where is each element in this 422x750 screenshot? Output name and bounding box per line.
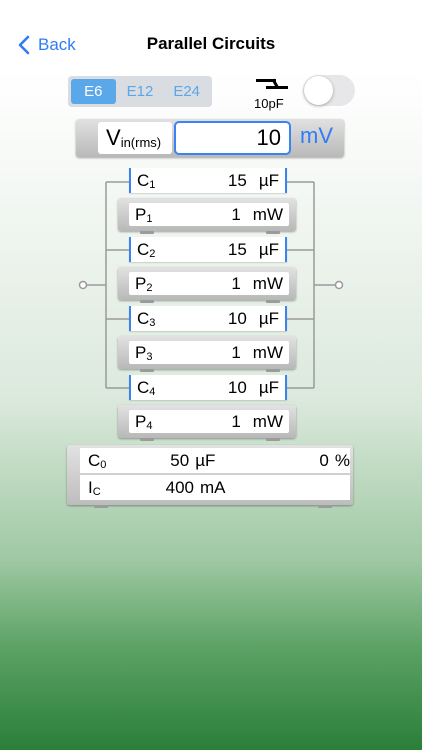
power-row-p4[interactable]: P4 1 mW — [129, 410, 289, 433]
c0-sub: 0 — [100, 458, 107, 471]
p3-value: 1 — [231, 342, 241, 362]
capacitor-row-c2[interactable]: C2 15 µF — [129, 237, 287, 262]
c1-sub: 1 — [149, 178, 156, 191]
c2-unit: µF — [258, 239, 279, 259]
capacitor-row-c3[interactable]: C3 10 µF — [129, 306, 287, 331]
c0-unit: µF — [195, 450, 216, 470]
p2-unit: mW — [252, 273, 283, 293]
ic-unit: mA — [200, 477, 226, 497]
panel-foot — [140, 438, 154, 441]
p2-name: P — [135, 273, 147, 293]
p3-sub: 3 — [146, 350, 153, 363]
current-row: IC 400 mA — [80, 475, 350, 500]
c3-unit: µF — [258, 308, 279, 328]
c2-name: C — [137, 239, 150, 259]
capacitor-row-c4[interactable]: C4 10 µF — [129, 375, 287, 400]
panel-foot — [94, 505, 108, 508]
terminal-left — [78, 280, 88, 290]
power-row-p1[interactable]: P1 1 mW — [129, 203, 289, 226]
p1-unit: mW — [252, 204, 283, 224]
p1-value: 1 — [231, 204, 241, 224]
c3-value: 10 — [227, 308, 247, 328]
c4-unit: µF — [258, 377, 279, 397]
c0-name: C — [88, 450, 101, 470]
panel-foot — [140, 300, 154, 303]
panel-foot — [140, 231, 154, 234]
tolerance-unit: % — [334, 450, 350, 470]
ic-value: 400 — [165, 477, 194, 497]
panel-foot — [318, 505, 332, 508]
c4-value: 10 — [227, 377, 247, 397]
c2-value: 15 — [227, 239, 247, 259]
p2-sub: 2 — [146, 281, 153, 294]
terminal-right — [334, 280, 344, 290]
panel-foot — [266, 369, 280, 372]
p2-value: 1 — [231, 273, 241, 293]
tolerance-value: 0 — [319, 450, 329, 470]
c4-sub: 4 — [149, 385, 156, 398]
capacitor-row-c1[interactable]: C1 15 µF — [129, 168, 287, 193]
c1-name: C — [137, 170, 150, 190]
p4-name: P — [135, 411, 147, 431]
c3-name: C — [137, 308, 150, 328]
p4-sub: 4 — [146, 419, 153, 432]
c1-value: 15 — [227, 170, 247, 190]
p3-unit: mW — [252, 342, 283, 362]
c1-unit: µF — [258, 170, 279, 190]
c4-name: C — [137, 377, 150, 397]
c3-sub: 3 — [149, 316, 156, 329]
power-row-p3[interactable]: P3 1 mW — [129, 341, 289, 364]
p4-value: 1 — [231, 411, 241, 431]
c2-sub: 2 — [149, 247, 156, 260]
p3-name: P — [135, 342, 147, 362]
panel-foot — [266, 438, 280, 441]
p1-name: P — [135, 204, 147, 224]
panel-foot — [266, 231, 280, 234]
panel-foot — [140, 369, 154, 372]
p4-unit: mW — [252, 411, 283, 431]
panel-foot — [266, 300, 280, 303]
power-row-p2[interactable]: P2 1 mW — [129, 272, 289, 295]
c0-value: 50 — [170, 450, 190, 470]
ic-sub: C — [92, 485, 101, 498]
total-capacitance-row: C0 50 µF 0 % — [80, 448, 350, 473]
p1-sub: 1 — [146, 212, 153, 225]
